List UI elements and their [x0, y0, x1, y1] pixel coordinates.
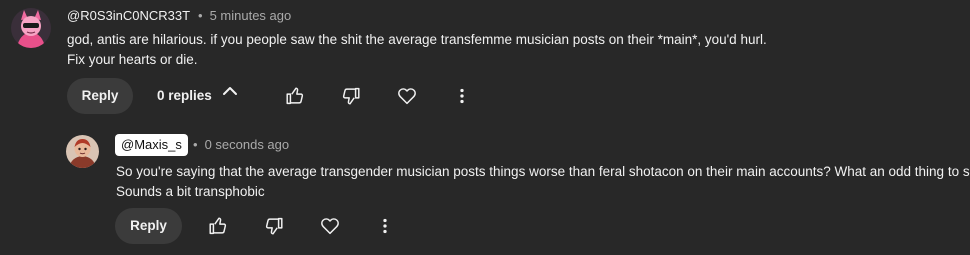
comment-dislike-button[interactable]	[338, 83, 364, 109]
reply-more-button[interactable]	[372, 213, 398, 239]
reply-meta: • 0 seconds ago	[186, 137, 289, 153]
thumbs-down-icon	[263, 215, 285, 237]
reply-text-line-2: Sounds a bit transphobic	[116, 184, 265, 199]
comment-heart-button[interactable]	[394, 83, 420, 109]
heart-icon	[396, 85, 418, 107]
meta-separator: •	[198, 8, 203, 23]
comment-more-button[interactable]	[449, 83, 475, 109]
comment-like-button[interactable]	[282, 83, 308, 109]
comment-meta: • 5 minutes ago	[191, 8, 291, 24]
more-vertical-icon	[374, 215, 396, 237]
more-vertical-icon	[451, 85, 473, 107]
comment-timestamp[interactable]: 5 minutes ago	[210, 8, 292, 23]
reply-text-line-1: So you're saying that the average transg…	[116, 164, 970, 179]
replies-toggle-button[interactable]: 0 replies	[157, 78, 238, 114]
chevron-up-icon	[222, 77, 238, 113]
reply-like-button[interactable]	[205, 213, 231, 239]
reply-author[interactable]: @Maxis_s	[115, 134, 188, 156]
reply-heart-button[interactable]	[317, 213, 343, 239]
comment-reply-button[interactable]: Reply	[67, 78, 133, 114]
reply-timestamp[interactable]: 0 seconds ago	[205, 137, 290, 152]
thumbs-up-icon	[284, 85, 306, 107]
thumbs-down-icon	[340, 85, 362, 107]
replier-avatar[interactable]	[66, 135, 99, 168]
replies-count-label: 0 replies	[157, 88, 212, 103]
thumbs-up-icon	[207, 215, 229, 237]
reply-dislike-button[interactable]	[261, 213, 287, 239]
meta-separator: •	[193, 137, 198, 152]
reply-reply-button[interactable]: Reply	[115, 208, 182, 244]
commenter-avatar[interactable]	[11, 8, 51, 48]
comment-text-line-1: god, antis are hilarious. if you people …	[67, 32, 767, 47]
comment-author[interactable]: @R0S3inC0NCR33T	[67, 8, 190, 24]
comment-text-line-2: Fix your hearts or die.	[67, 52, 198, 67]
heart-icon	[319, 215, 341, 237]
